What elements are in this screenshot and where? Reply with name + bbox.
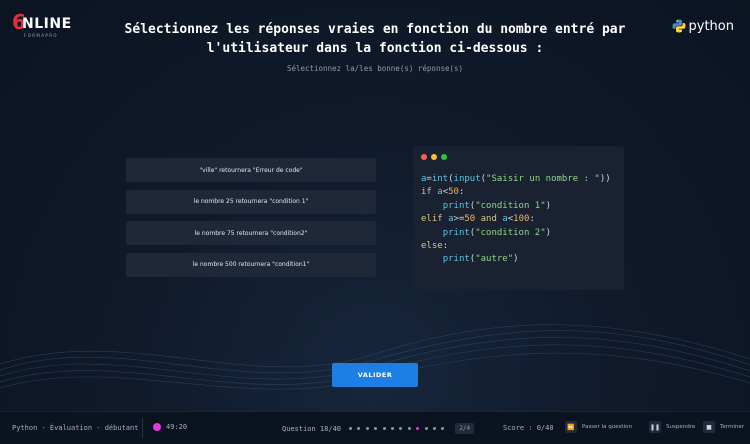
answer-option-3[interactable]: le nombre 75 retournera "condition2" [126, 221, 376, 246]
window-controls [421, 154, 447, 160]
pause-icon: ❚❚ [649, 421, 661, 433]
python-logo-text: python [688, 18, 734, 34]
progress-dot [365, 427, 369, 430]
progress-dot [357, 427, 361, 430]
answer-option-4[interactable]: le nombre 500 retournera "condition1" [126, 252, 376, 277]
timer-icon [153, 423, 161, 431]
python-snake-icon [672, 19, 686, 33]
progress-dot [432, 427, 436, 430]
progress-dot [416, 427, 420, 430]
skip-label: Passer la question [582, 424, 632, 430]
code-line-5: print("condition 2") [442, 227, 552, 238]
python-logo: python [672, 16, 734, 36]
skip-question-button[interactable]: ⏩ Passer la question [565, 421, 632, 433]
code-line-7: print("autre") [442, 254, 519, 265]
status-bar: Python - Évaluation - débutant 49:20 Que… [0, 411, 750, 444]
progress-dot [374, 427, 378, 430]
suspend-label: Suspendre [666, 424, 696, 430]
answer-option-2[interactable]: le nombre 25 retournera "condition 1" [126, 189, 376, 214]
green-dot-icon [441, 154, 447, 160]
progress-dot [399, 427, 403, 430]
progress-dot [349, 427, 353, 430]
quiz-screen: 6 NLINE FORMAPRO python Sélectionnez les… [0, 0, 750, 444]
code-line-4: elif a>=50 and a<100: [421, 214, 535, 225]
footer-divider [142, 418, 143, 438]
question-progress: Question 18/40 2/4 [282, 423, 475, 434]
logo-word: NLINE [22, 16, 72, 32]
progress-dot [441, 427, 445, 430]
finish-label: Terminer [720, 424, 744, 430]
validate-button[interactable]: VALIDER [332, 363, 418, 387]
background-wave [0, 324, 750, 390]
finish-button[interactable]: ■ Terminer [703, 421, 744, 433]
code-line-3: print("condition 1") [442, 200, 552, 211]
logo-subtitle: FORMAPRO [24, 33, 58, 38]
stop-icon: ■ [703, 421, 715, 433]
answer-option-1[interactable]: "ville" retournera "Erreur de code" [126, 158, 376, 182]
question-instruction: Sélectionnez la/les bonne(s) réponse(s) [286, 64, 464, 73]
question-counter: Question 18/40 [282, 424, 342, 433]
progress-dot [382, 427, 386, 430]
score: Score : 0/40 [503, 424, 554, 432]
code-line-2: if a<50: [421, 187, 465, 198]
code-line-6: else: [421, 241, 449, 252]
yellow-dot-icon [431, 154, 437, 160]
page-badge: 2/4 [455, 423, 475, 434]
online-formapro-logo: 6 NLINE FORMAPRO [12, 12, 72, 40]
progress-dot [390, 427, 394, 430]
progress-dots [349, 427, 445, 430]
suspend-button[interactable]: ❚❚ Suspendre [649, 421, 695, 433]
timer-value: 49:20 [166, 423, 188, 431]
code-block: a=int(input("Saisir un nombre : ")) if a<… [421, 173, 611, 267]
answer-list: "ville" retournera "Erreur de code" le n… [126, 158, 376, 284]
code-line-1: a=int(input("Saisir un nombre : ")) [421, 174, 611, 184]
red-dot-icon [421, 154, 427, 160]
question-title: Sélectionnez les réponses vraies en fonc… [124, 22, 626, 56]
timer: 49:20 [153, 423, 187, 431]
progress-dot [424, 427, 428, 430]
skip-icon: ⏩ [565, 421, 577, 433]
course-name: Python - Évaluation - débutant [12, 424, 139, 432]
code-panel: a=int(input("Saisir un nombre : ")) if a<… [413, 146, 624, 290]
progress-dot [407, 427, 411, 430]
